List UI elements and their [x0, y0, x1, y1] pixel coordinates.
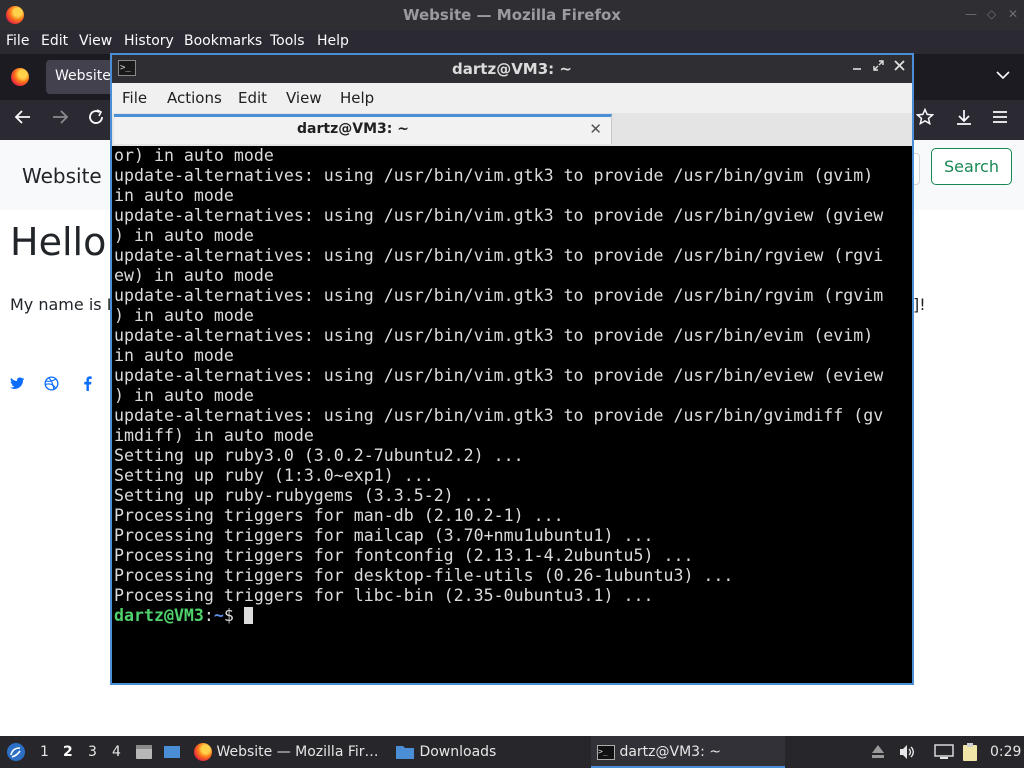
terminal-line: update-alternatives: using /usr/bin/vim.…: [114, 206, 884, 225]
task-downloads[interactable]: Downloads: [395, 736, 575, 768]
folder-icon: [396, 746, 414, 759]
terminal-line: Processing triggers for mailcap (3.70+nm…: [114, 526, 654, 545]
terminal-prompt: dartz@VM3:~$: [114, 606, 883, 626]
terminal-window-title: dartz@VM3: ~: [452, 60, 572, 78]
task-label: Website — Mozilla Fir…: [216, 744, 379, 760]
terminal-line: Processing triggers for man-db (2.10.2-1…: [114, 506, 564, 525]
firefox-view-icon[interactable]: [11, 68, 29, 86]
maximize-icon[interactable]: [873, 59, 884, 75]
bookmark-star-icon[interactable]: [915, 107, 935, 131]
terminal-tab-label: dartz@VM3: ~: [297, 121, 409, 137]
close-icon[interactable]: [894, 59, 905, 75]
terminal-line: update-alternatives: using /usr/bin/vim.…: [114, 366, 884, 385]
terminal-line: in auto mode: [114, 186, 234, 205]
firefox-window-title: Website — Mozilla Firefox: [403, 6, 621, 24]
clipboard-icon[interactable]: [961, 736, 979, 768]
facebook-icon[interactable]: [83, 376, 92, 395]
terminal-line: Setting up ruby-rubygems (3.3.5-2) ...: [114, 486, 494, 505]
terminal-titlebar: >_ dartz@VM3: ~: [112, 55, 912, 83]
close-icon[interactable]: ✕: [1008, 7, 1018, 21]
terminal-line: update-alternatives: using /usr/bin/vim.…: [114, 406, 884, 425]
tab-label: Website: [55, 68, 111, 84]
prompt-user-host: dartz@VM3: [114, 606, 204, 625]
terminal-menu-view[interactable]: View: [286, 89, 322, 107]
terminal-line: ) in auto mode: [114, 226, 254, 245]
intro-text-end: ]!: [913, 295, 926, 314]
terminal-window: >_ dartz@VM3: ~ File Actions Edit View H…: [110, 53, 914, 685]
menu-view[interactable]: View: [79, 33, 112, 49]
start-menu-icon[interactable]: [6, 736, 26, 768]
terminal-menu-help[interactable]: Help: [340, 89, 374, 107]
terminal-line: Processing triggers for desktop-file-uti…: [114, 566, 734, 585]
prompt-separator: :: [203, 606, 214, 625]
show-desktop-icon[interactable]: [162, 736, 182, 768]
terminal-line: or) in auto mode: [114, 146, 274, 165]
terminal-tabstrip: dartz@VM3: ~ ✕: [112, 113, 912, 146]
workspace-1[interactable]: 1: [40, 736, 49, 768]
clock[interactable]: 0:29: [990, 736, 1021, 768]
menu-bookmarks[interactable]: Bookmarks: [184, 33, 262, 49]
terminal-line: imdiff) in auto mode: [114, 426, 314, 445]
back-icon[interactable]: [14, 108, 32, 131]
minimize-icon[interactable]: —: [965, 7, 977, 21]
terminal-menubar: File Actions Edit View Help: [112, 83, 912, 113]
terminal-menu-edit[interactable]: Edit: [238, 89, 267, 107]
app-menu-icon[interactable]: [991, 108, 1009, 131]
menu-help[interactable]: Help: [317, 33, 349, 49]
forward-icon[interactable]: [51, 108, 69, 131]
list-all-tabs-icon[interactable]: [996, 68, 1010, 84]
terminal-line: ) in auto mode: [114, 386, 254, 405]
downloads-icon[interactable]: [955, 108, 973, 131]
terminal-tab[interactable]: dartz@VM3: ~ ✕: [114, 114, 612, 144]
file-manager-launcher-icon[interactable]: [134, 736, 154, 768]
close-tab-icon[interactable]: ✕: [589, 120, 602, 138]
terminal-line: Processing triggers for fontconfig (2.13…: [114, 546, 694, 565]
menu-edit[interactable]: Edit: [41, 33, 68, 49]
firefox-titlebar: Website — Mozilla Firefox — ◇ ✕: [0, 0, 1024, 30]
prompt-symbol: $: [223, 606, 244, 625]
workspace-2[interactable]: 2: [63, 736, 73, 768]
terminal-line: update-alternatives: using /usr/bin/vim.…: [114, 286, 884, 305]
eject-icon[interactable]: [871, 736, 885, 768]
menu-tools[interactable]: Tools: [270, 33, 305, 49]
menu-history[interactable]: History: [124, 33, 174, 49]
dribbble-icon[interactable]: [44, 376, 59, 395]
task-firefox[interactable]: Website — Mozilla Fir…: [194, 736, 386, 768]
terminal-line: ) in auto mode: [114, 306, 254, 325]
terminal-menu-file[interactable]: File: [122, 89, 147, 107]
network-icon[interactable]: [934, 736, 954, 768]
maximize-icon[interactable]: ◇: [987, 7, 996, 21]
twitter-icon[interactable]: [10, 376, 25, 394]
intro-text: My name is I: [10, 295, 112, 314]
minimize-icon[interactable]: [852, 59, 862, 75]
terminal-screen[interactable]: or) in auto mode update-alternatives: usi…: [112, 146, 912, 683]
page-heading: Hello: [10, 220, 107, 264]
terminal-line: ew) in auto mode: [114, 266, 274, 285]
firefox-icon: [194, 743, 212, 761]
terminal-icon: >_: [597, 744, 615, 760]
site-brand[interactable]: Website: [22, 164, 102, 188]
reload-icon[interactable]: [87, 108, 105, 131]
terminal-menu-actions[interactable]: Actions: [167, 89, 222, 107]
terminal-output: or) in auto mode update-alternatives: usi…: [114, 146, 883, 626]
taskbar: 1 2 3 4 Website — Mozilla Fir… Downloads…: [0, 736, 1024, 768]
task-label: Downloads: [419, 744, 497, 760]
task-terminal[interactable]: >_ dartz@VM3: ~: [591, 736, 785, 768]
workspace-3[interactable]: 3: [88, 736, 97, 768]
terminal-line: Setting up ruby (1:3.0~exp1) ...: [114, 466, 434, 485]
terminal-line: Setting up ruby3.0 (3.0.2-7ubuntu2.2) ..…: [114, 446, 524, 465]
terminal-line: update-alternatives: using /usr/bin/vim.…: [114, 166, 874, 185]
terminal-line: update-alternatives: using /usr/bin/vim.…: [114, 246, 884, 265]
text-cursor: [243, 607, 253, 624]
terminal-line: Processing triggers for libc-bin (2.35-0…: [114, 586, 654, 605]
menu-file[interactable]: File: [6, 33, 29, 49]
firefox-menubar: File Edit View History Bookmarks Tools H…: [0, 30, 1024, 54]
workspace-4[interactable]: 4: [112, 736, 121, 768]
volume-icon[interactable]: [898, 736, 916, 768]
search-button[interactable]: Search: [931, 148, 1012, 185]
task-label: dartz@VM3: ~: [619, 744, 721, 760]
terminal-line: in auto mode: [114, 346, 234, 365]
terminal-line: update-alternatives: using /usr/bin/vim.…: [114, 326, 874, 345]
prompt-path: ~: [213, 606, 224, 625]
